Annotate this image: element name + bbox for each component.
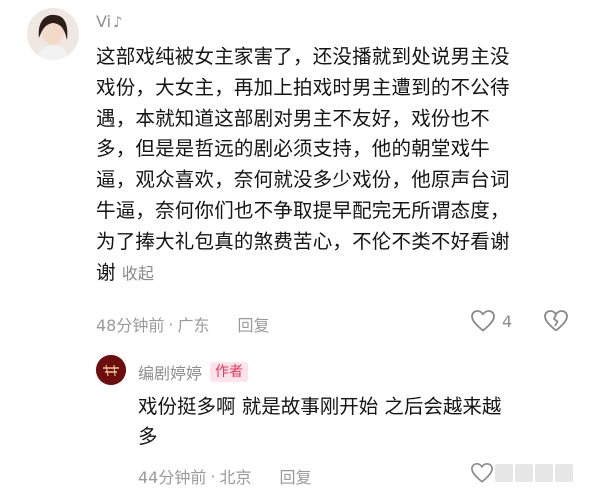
reply-reply-button[interactable]: 回复 — [279, 464, 311, 488]
broken-heart-icon — [544, 310, 568, 332]
reply-line: 戏份挺多啊 就是故事刚开始 之后会越来越 — [138, 395, 502, 418]
reply-meta: 44分钟前 · 北京 回复 — [138, 464, 312, 488]
username-text: Vi — [96, 12, 112, 31]
reply-line: 多 — [138, 425, 158, 448]
reply-time: 44分钟前 — [138, 468, 207, 487]
music-note-icon: ♪ — [113, 12, 123, 31]
comment-line: 逼，观众喜欢，奈何就没多少戏份，他原声台词 — [96, 168, 510, 192]
comment-username[interactable]: Vi ♪ — [96, 12, 123, 31]
comment-line-text: 谢 — [96, 260, 116, 284]
comment-text: 这部戏纯被女主家害了，还没播就到处说男主没 戏份，大女主，再加上拍戏时男主遭到的… — [96, 42, 590, 289]
like-count: 4 — [502, 311, 513, 331]
reply-button[interactable]: 回复 — [237, 312, 269, 336]
comment-time: 48分钟前 — [96, 316, 165, 335]
heart-icon — [471, 310, 495, 332]
reply-avatar[interactable] — [96, 355, 126, 385]
author-badge: 作者 — [210, 362, 249, 382]
watermark-block — [495, 464, 513, 482]
avatar[interactable] — [27, 8, 79, 60]
separator-dot: · — [168, 314, 174, 334]
comment-line: 为了捧大礼包真的煞费苦心，不伦不类不好看谢 — [96, 229, 510, 253]
watermark-block — [535, 464, 553, 482]
comment-line-last: 谢收起 — [96, 258, 590, 290]
comment-line: 牛逼，奈何你们也不争取提早配完无所谓态度， — [96, 198, 510, 222]
heart-icon — [471, 463, 493, 483]
watermark-block — [555, 464, 573, 482]
separator-dot: · — [210, 466, 216, 486]
comment-line: 多，但是是哲远的剧必须支持，他的朝堂戏牛 — [96, 137, 491, 161]
comment-location: 广东 — [177, 316, 210, 335]
dislike-button[interactable] — [543, 309, 569, 337]
reply-text: 戏份挺多啊 就是故事刚开始 之后会越来越 多 — [138, 392, 588, 452]
comment-line: 遇，本就知道这部剧对男主不友好，戏份也不 — [96, 106, 491, 130]
comment-line: 戏份，大女主，再加上拍戏时男主遭到的不公待 — [96, 75, 510, 99]
comment-meta: 48分钟前 · 广东 回复 — [96, 312, 270, 336]
comment-line: 这部戏纯被女主家害了，还没播就到处说男主没 — [96, 45, 510, 68]
collapse-button[interactable]: 收起 — [122, 264, 154, 283]
reply-like-button[interactable] — [470, 462, 494, 488]
watermark — [495, 464, 573, 482]
like-button[interactable]: 4 — [470, 309, 512, 333]
reply-user: 编剧婷婷 作者 — [138, 360, 249, 384]
reply-location: 北京 — [219, 468, 252, 487]
reply-username[interactable]: 编剧婷婷 — [138, 360, 202, 384]
watermark-block — [515, 464, 533, 482]
